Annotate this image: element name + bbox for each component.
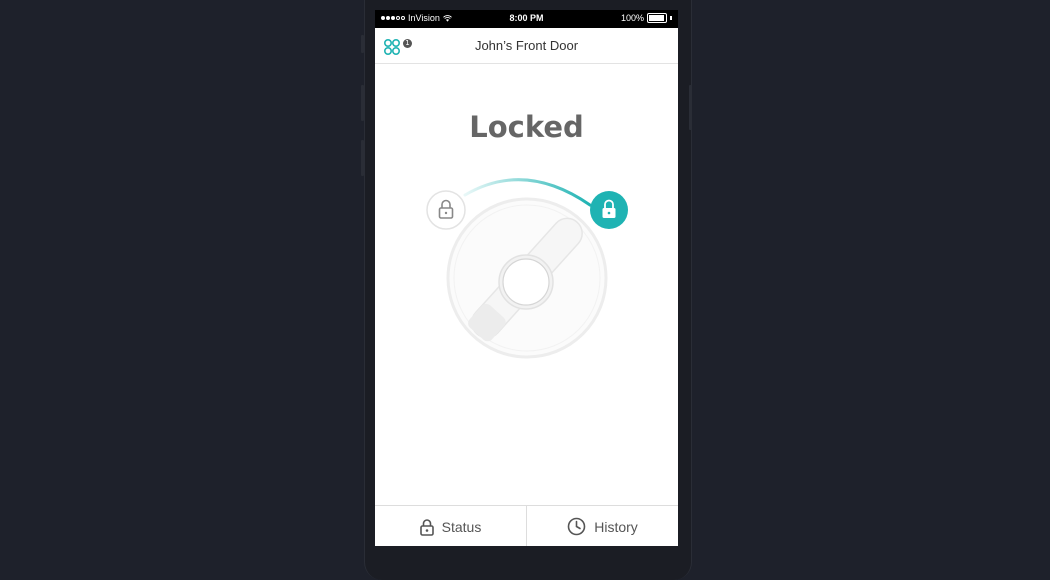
phone-volume-up [361,85,364,121]
status-bar: InVision 8:00 PM 100% [375,10,678,28]
lock-icon [590,191,628,229]
tab-status[interactable]: Status [375,506,526,546]
tab-bar: Status History [375,505,678,546]
lock-icon [419,518,434,536]
battery-percent: 100% [620,13,644,23]
lock-status-label: Locked [469,110,584,144]
tab-status-label: Status [441,518,482,535]
tab-history[interactable]: History [526,506,678,546]
unlock-icon [426,190,466,230]
app-screen: InVision 8:00 PM 100% 1 John’s Front Doo… [375,10,678,546]
phone-side-button [361,35,364,53]
clock-icon [567,517,586,536]
tab-history-label: History [594,518,638,535]
lock-dial[interactable] [415,160,645,370]
battery-icon [647,13,667,23]
battery-status: 100% [621,13,672,23]
phone-power-button [689,85,692,130]
page-title: John’s Front Door [474,38,579,53]
nav-bar: 1 John’s Front Door [375,28,678,64]
phone-volume-down [361,140,364,176]
